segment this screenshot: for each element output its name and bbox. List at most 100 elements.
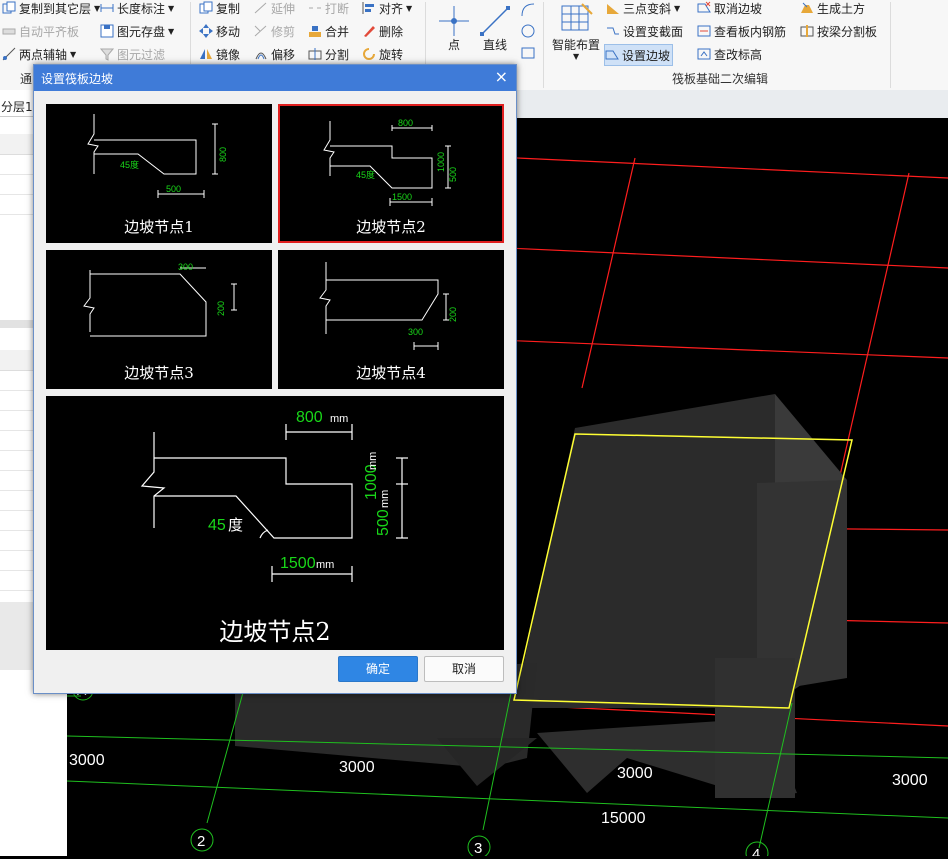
axis-label-2: 2 [197, 833, 205, 850]
split-button[interactable]: 分割 [308, 44, 349, 64]
delete-button[interactable]: 删除 [362, 21, 403, 41]
dropdown-arrow-icon: ▼ [406, 3, 413, 13]
extend-button[interactable]: 延伸 [254, 0, 295, 18]
split-by-beam-label: 按梁分割板 [817, 24, 878, 39]
trim-label: 修剪 [271, 24, 296, 39]
split-by-beam-icon [800, 24, 814, 38]
earthwork-icon [800, 1, 814, 15]
length-label-button[interactable]: 长度标注 ▼ [100, 0, 174, 18]
align-icon [362, 1, 376, 15]
set-raft-slope-dialog: 设置筏板边坡 × 800 45度 500 边坡节点1 800 1000 500 … [33, 64, 517, 694]
element-save-button[interactable]: 图元存盘 ▼ [100, 21, 174, 41]
set-section-button[interactable]: 设置变截面 [606, 21, 683, 41]
circle-icon [521, 24, 535, 38]
close-icon[interactable]: × [495, 67, 508, 86]
trim-button[interactable]: 修剪 [254, 21, 295, 41]
dim-1500: 1500 [392, 192, 412, 202]
break-button[interactable]: 打断 [308, 0, 349, 18]
edit-elevation-button[interactable]: 查改标高 [697, 44, 762, 64]
dropdown-arrow-icon: ▼ [168, 3, 175, 13]
mirror-label: 镜像 [216, 47, 241, 62]
slope-node-1-tile[interactable]: 800 45度 500 边坡节点1 [46, 104, 272, 243]
preview-dim-1500: 1500 [280, 555, 316, 572]
slope-node-4-tile[interactable]: 200 300 边坡节点4 [278, 250, 504, 389]
dim-text: 3000 [69, 752, 105, 769]
dim-text: 3000 [617, 765, 653, 782]
axis-icon [2, 47, 16, 61]
break-icon [308, 1, 322, 15]
ok-button[interactable]: 确定 [338, 656, 418, 682]
three-point-slope-button[interactable]: 三点变斜 ▼ [606, 0, 680, 18]
point-tool-label: 点 [447, 38, 460, 52]
ribbon-separator [890, 2, 891, 88]
arc-icon [521, 3, 535, 17]
generate-earthwork-label: 生成土方 [817, 1, 866, 16]
preview-unit-mm: mm [316, 559, 334, 571]
auto-flat-slab-button[interactable]: 自动平齐板 [2, 21, 79, 41]
mirror-button[interactable]: 镜像 [199, 44, 240, 64]
three-point-slope-label: 三点变斜 [623, 1, 672, 16]
element-filter-label: 图元过滤 [117, 47, 166, 62]
element-filter-button[interactable]: 图元过滤 [99, 44, 166, 64]
dim-500: 500 [448, 167, 458, 182]
move-icon [199, 24, 213, 38]
dim-500: 500 [166, 184, 181, 194]
delete-label: 删除 [379, 24, 404, 39]
dim-angle: 45度 [356, 169, 375, 180]
rectangle-tool-button[interactable] [520, 45, 536, 61]
merge-button[interactable]: 合并 [308, 21, 349, 41]
rotate-label: 旋转 [379, 47, 404, 62]
copy-layer-icon [2, 1, 16, 15]
line-tool-button[interactable] [478, 4, 512, 38]
two-point-axis-button[interactable]: 两点辅轴 ▼ [2, 44, 76, 64]
cancel-button[interactable]: 取消 [424, 656, 504, 682]
offset-icon [254, 47, 268, 61]
align-button[interactable]: 对齐 ▼ [362, 0, 412, 18]
section-icon [606, 24, 620, 38]
slope-preview-panel: 800 1000 500 45 1500 mm mm mm mm 度 边坡节点2 [46, 396, 504, 650]
dropdown-arrow-icon: ▼ [168, 26, 175, 36]
dim-1000: 1000 [436, 152, 446, 172]
dim-300: 300 [178, 262, 193, 272]
dimension-icon [100, 1, 114, 15]
extend-icon [254, 1, 268, 15]
view-rebar-button[interactable]: 查看板内钢筋 [697, 21, 786, 41]
cancel-slope-button[interactable]: 取消边坡 [697, 0, 762, 18]
generate-earthwork-button[interactable]: 生成土方 [800, 0, 865, 18]
two-point-axis-label: 两点辅轴 [19, 47, 68, 62]
split-by-beam-button[interactable]: 按梁分割板 [800, 21, 877, 41]
mirror-icon [199, 47, 213, 61]
set-section-label: 设置变截面 [623, 24, 684, 39]
set-slope-button[interactable]: 设置边坡 [604, 44, 674, 66]
dropdown-arrow-icon: ▼ [70, 49, 77, 59]
extend-label: 延伸 [271, 1, 296, 16]
copy-button[interactable]: 复制 [199, 0, 240, 18]
group-label-raft-edit: 筏板基础二次编辑 [672, 72, 769, 86]
view-rebar-icon [697, 24, 711, 38]
smart-layout-icon [561, 3, 593, 31]
break-label: 打断 [325, 1, 350, 16]
dim-text: 3000 [892, 772, 928, 789]
slope-node-2-tile[interactable]: 800 1000 500 45度 1500 边坡节点2 [278, 104, 504, 243]
move-button[interactable]: 移动 [199, 21, 240, 41]
circle-tool-button[interactable] [520, 23, 536, 39]
arc-tool-button[interactable] [520, 2, 536, 18]
dim-text: 3000 [339, 759, 375, 776]
merge-label: 合并 [325, 24, 350, 39]
rotate-icon [362, 47, 376, 61]
view-rebar-label: 查看板内钢筋 [714, 24, 787, 39]
point-tool-button[interactable] [437, 4, 471, 38]
rotate-button[interactable]: 旋转 [362, 44, 403, 64]
dim-800: 800 [218, 147, 228, 162]
element-save-label: 图元存盘 [117, 24, 166, 39]
copy-to-other-layer-button[interactable]: 复制到其它层 ▼ [2, 0, 100, 18]
preview-dim-800: 800 [296, 409, 323, 426]
merge-icon [308, 24, 322, 38]
smart-layout-button[interactable] [558, 2, 594, 36]
offset-button[interactable]: 偏移 [254, 44, 295, 64]
preview-unit-mm: mm [367, 452, 379, 470]
ribbon-separator [543, 2, 544, 88]
split-icon [308, 47, 322, 61]
dim-angle: 45度 [120, 159, 139, 170]
slope-node-3-tile[interactable]: 300 200 边坡节点3 [46, 250, 272, 389]
